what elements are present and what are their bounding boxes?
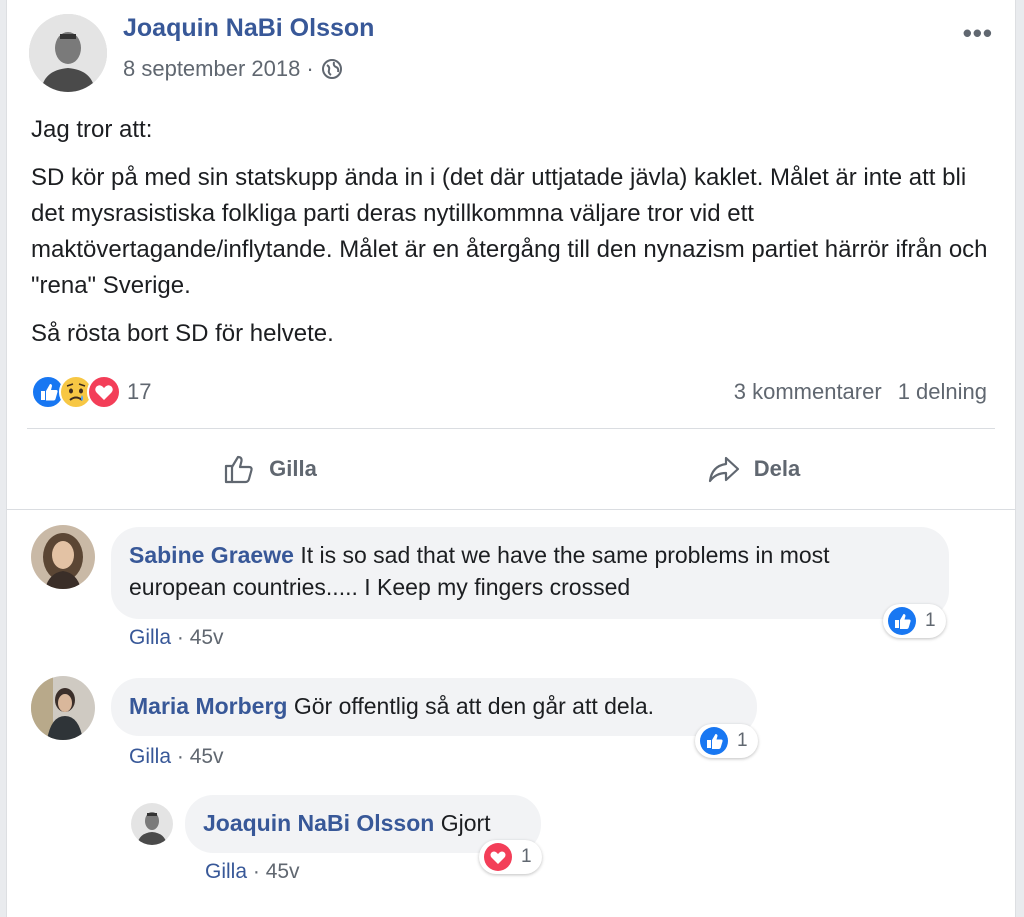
reply-author-avatar[interactable] [131, 803, 173, 845]
thumbs-up-icon [225, 455, 253, 484]
post-paragraph: Så rösta bort SD för helvete. [31, 320, 334, 347]
post-author-name[interactable]: Joaquin NaBi Olsson [123, 14, 374, 43]
meta-separator: · [306, 56, 314, 81]
share-arrow-icon [708, 456, 739, 483]
comment-timestamp[interactable]: 45v [266, 860, 300, 883]
like-button[interactable]: Gilla [27, 440, 511, 498]
reaction-icons [31, 375, 121, 409]
comment-like-button[interactable]: Gilla [129, 626, 171, 649]
like-button-label: Gilla [269, 456, 317, 481]
reaction-count: 17 [127, 379, 152, 404]
comment-actions: Gilla · 45v [129, 626, 224, 650]
post-date[interactable]: 8 september 2018 [123, 56, 300, 82]
comment-actions-separator: · [252, 860, 260, 883]
more-options-button[interactable]: ••• [963, 18, 993, 49]
post-paragraph: Jag tror att: [31, 116, 153, 143]
comments-count-link[interactable]: 3 kommentarer [734, 379, 882, 405]
comment-like-button[interactable]: Gilla [129, 745, 171, 768]
love-icon [484, 843, 512, 871]
reactions-summary: 17 3 kommentarer 1 delning [31, 372, 987, 412]
engagement-counts: 3 kommentarer 1 delning [734, 379, 987, 405]
comment-reaction-count: 1 [737, 730, 748, 751]
post-meta: 8 september 2018 · [123, 56, 344, 82]
comment-actions: Gilla · 45v [205, 860, 300, 884]
commenter-name[interactable]: Maria Morberg [129, 693, 287, 719]
post-card: Joaquin NaBi Olsson 8 september 2018 · •… [6, 0, 1016, 917]
comment-bubble: Maria Morberg Gör offentlig så att den g… [111, 678, 757, 736]
shares-count-link[interactable]: 1 delning [898, 379, 987, 405]
comment-text: Gjort [440, 810, 491, 836]
comment-actions: Gilla · 45v [129, 745, 224, 769]
comment-reaction-count: 1 [925, 610, 936, 631]
share-button[interactable]: Dela [511, 440, 995, 498]
divider [27, 428, 995, 429]
globe-icon[interactable] [320, 57, 344, 81]
commenter-avatar[interactable] [31, 525, 95, 589]
comment-reactions[interactable]: 1 [479, 840, 542, 874]
author-avatar[interactable] [29, 14, 107, 92]
share-button-label: Dela [753, 456, 801, 481]
comment-reaction-count: 1 [521, 846, 532, 867]
post-text: Jag tror att: SD kör på med sin statskup… [31, 112, 991, 364]
commenter-avatar[interactable] [31, 676, 95, 740]
comment-actions-separator: · [176, 745, 184, 768]
comment-reactions[interactable]: 1 [883, 604, 946, 638]
comment-text: Gör offentlig så att den går att dela. [293, 693, 655, 719]
divider [7, 509, 1015, 510]
comment-like-button[interactable]: Gilla [205, 860, 247, 883]
post-paragraph: SD kör på med sin statskupp ända in i (d… [31, 164, 988, 299]
comment-reactions[interactable]: 1 [695, 724, 758, 758]
comment-timestamp[interactable]: 45v [190, 745, 224, 768]
like-icon [888, 607, 916, 635]
like-icon [700, 727, 728, 755]
reactions-button[interactable]: 17 [31, 375, 151, 409]
commenter-name[interactable]: Joaquin NaBi Olsson [203, 810, 434, 836]
comment-bubble: Sabine Graewe It is so sad that we have … [111, 527, 949, 619]
comment-timestamp[interactable]: 45v [190, 626, 224, 649]
post-actions: Gilla Dela [27, 440, 995, 498]
love-icon [87, 375, 121, 409]
comment-actions-separator: · [176, 626, 184, 649]
commenter-name[interactable]: Sabine Graewe [129, 542, 294, 568]
